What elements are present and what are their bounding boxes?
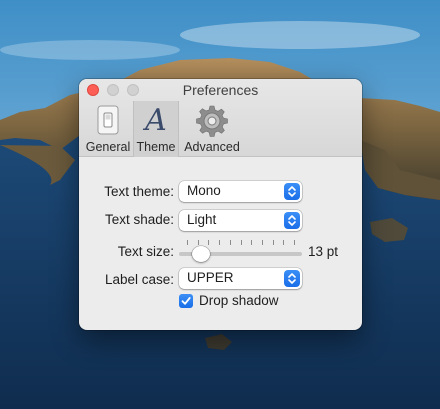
checkmark-icon: [181, 297, 191, 305]
text-shade-label: Text shade:: [104, 212, 174, 227]
slider-tick: [240, 240, 242, 245]
drop-shadow-label: Drop shadow: [199, 293, 279, 308]
slider-tick: [187, 240, 188, 245]
slider-tick: [208, 240, 210, 245]
toolbar: Preferences General A Theme Advanced: [79, 79, 362, 157]
text-size-label: Text size:: [117, 244, 174, 259]
slider-tick: [197, 240, 199, 245]
text-theme-value: Mono: [187, 183, 221, 198]
slider-tick: [272, 240, 274, 245]
slider-tick: [261, 240, 263, 245]
slider-tick: [229, 240, 231, 245]
light-switch-icon: [97, 105, 119, 140]
slider-tick: [283, 240, 285, 245]
label-case-value: UPPER: [187, 270, 234, 285]
slider-tick: [219, 240, 221, 245]
chevron-updown-icon: [284, 212, 300, 229]
italic-a-icon: A: [145, 103, 167, 138]
slider-tick: [251, 240, 253, 245]
text-theme-label: Text theme:: [104, 184, 174, 199]
slider-tick: [294, 240, 295, 245]
tab-advanced[interactable]: Advanced: [180, 101, 244, 157]
gear-icon: [196, 105, 228, 142]
label-case-label: Label case:: [104, 272, 174, 287]
text-shade-popup[interactable]: Light: [179, 210, 302, 231]
drop-shadow-checkbox[interactable]: [179, 294, 193, 308]
tab-label: General: [85, 140, 131, 154]
tab-label: Theme: [136, 140, 176, 154]
slider-thumb[interactable]: [191, 246, 210, 262]
label-case-popup[interactable]: UPPER: [179, 268, 302, 289]
text-shade-value: Light: [187, 212, 217, 227]
window-title: Preferences: [182, 82, 259, 98]
tab-theme[interactable]: A Theme: [133, 101, 179, 157]
tab-general[interactable]: General: [83, 101, 133, 157]
text-size-slider[interactable]: [179, 239, 302, 263]
tab-label: Advanced: [184, 140, 240, 154]
chevron-updown-icon: [284, 183, 300, 200]
text-theme-popup[interactable]: Mono: [179, 181, 302, 202]
preferences-window: Preferences General A Theme Advanced Tex…: [79, 79, 362, 330]
chevron-updown-icon: [284, 270, 300, 287]
text-size-value: 13 pt: [308, 244, 339, 259]
